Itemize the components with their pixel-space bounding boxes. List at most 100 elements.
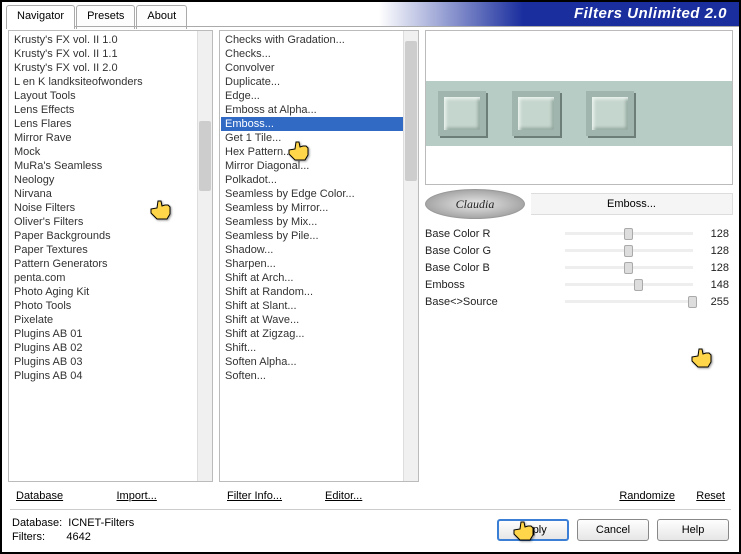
category-item[interactable]: Nirvana xyxy=(10,187,211,201)
category-item[interactable]: Krusty's FX vol. II 1.0 xyxy=(10,33,211,47)
category-item[interactable]: Photo Tools xyxy=(10,299,211,313)
randomize-button[interactable]: Randomize xyxy=(591,488,681,504)
filter-item[interactable]: Hex Pattern... xyxy=(221,145,417,159)
filter-item[interactable]: Edge... xyxy=(221,89,417,103)
param-row: Base Color R 128 xyxy=(425,225,733,242)
filter-item[interactable]: Emboss... xyxy=(221,117,417,131)
param-value: 128 xyxy=(693,228,733,240)
preview-column: Claudia Emboss... Base Color R128Base Co… xyxy=(425,30,733,506)
param-value: 148 xyxy=(693,279,733,291)
category-item[interactable]: Noise Filters xyxy=(10,201,211,215)
param-slider[interactable] xyxy=(565,283,693,286)
reset-button[interactable]: Reset xyxy=(681,488,731,504)
category-item[interactable]: Krusty's FX vol. II 1.1 xyxy=(10,47,211,61)
scroll-thumb[interactable] xyxy=(199,121,211,191)
param-slider[interactable] xyxy=(565,266,693,269)
filterinfo-button[interactable]: Filter Info... xyxy=(221,488,319,504)
slider-thumb[interactable] xyxy=(624,228,633,240)
scroll-thumb[interactable] xyxy=(405,41,417,181)
filter-item[interactable]: Sharpen... xyxy=(221,257,417,271)
filter-item[interactable]: Seamless by Mix... xyxy=(221,215,417,229)
category-item[interactable]: Pattern Generators xyxy=(10,257,211,271)
database-button[interactable]: Database xyxy=(10,488,111,504)
category-item[interactable]: Plugins AB 04 xyxy=(10,369,211,383)
scrollbar[interactable] xyxy=(197,31,212,481)
filter-item[interactable]: Shift... xyxy=(221,341,417,355)
slider-thumb[interactable] xyxy=(624,245,633,257)
filter-item[interactable]: Get 1 Tile... xyxy=(221,131,417,145)
category-item[interactable]: Plugins AB 03 xyxy=(10,355,211,369)
param-slider[interactable] xyxy=(565,300,693,303)
filter-item[interactable]: Polkadot... xyxy=(221,173,417,187)
slider-thumb[interactable] xyxy=(624,262,633,274)
category-item[interactable]: Lens Flares xyxy=(10,117,211,131)
param-label: Base<>Source xyxy=(425,296,565,308)
param-value: 128 xyxy=(693,262,733,274)
param-row: Emboss148 xyxy=(425,276,733,293)
preview-image xyxy=(425,30,733,185)
filter-item[interactable]: Seamless by Pile... xyxy=(221,229,417,243)
filter-item[interactable]: Shift at Zigzag... xyxy=(221,327,417,341)
param-label: Base Color R xyxy=(425,228,565,240)
filter-item[interactable]: Shift at Random... xyxy=(221,285,417,299)
filter-column: Checks with Gradation...Checks...Convolv… xyxy=(219,30,419,506)
scrollbar[interactable] xyxy=(403,31,418,481)
category-item[interactable]: MuRa's Seamless xyxy=(10,159,211,173)
param-row: Base Color G 128 xyxy=(425,242,733,259)
category-item[interactable]: L en K landksiteofwonders xyxy=(10,75,211,89)
filter-item[interactable]: Shift at Wave... xyxy=(221,313,417,327)
category-item[interactable]: Lens Effects xyxy=(10,103,211,117)
filter-item[interactable]: Seamless by Mirror... xyxy=(221,201,417,215)
category-item[interactable]: Mirror Rave xyxy=(10,131,211,145)
category-item[interactable]: Neology xyxy=(10,173,211,187)
current-filter-name: Emboss... xyxy=(531,193,733,215)
category-item[interactable]: Photo Aging Kit xyxy=(10,285,211,299)
footer-info: Database: ICNET-Filters Filters: 4642 xyxy=(12,516,134,544)
filter-item[interactable]: Soften Alpha... xyxy=(221,355,417,369)
param-value: 255 xyxy=(693,296,733,308)
param-label: Base Color B xyxy=(425,262,565,274)
filter-item[interactable]: Checks... xyxy=(221,47,417,61)
category-item[interactable]: Pixelate xyxy=(10,313,211,327)
tab-navigator[interactable]: Navigator xyxy=(6,5,75,29)
category-item[interactable]: Paper Backgrounds xyxy=(10,229,211,243)
editor-button[interactable]: Editor... xyxy=(319,488,417,504)
filter-item[interactable]: Checks with Gradation... xyxy=(221,33,417,47)
param-row: Base<>Source 255 xyxy=(425,293,733,310)
help-button[interactable]: Help xyxy=(657,519,729,541)
category-item[interactable]: Krusty's FX vol. II 2.0 xyxy=(10,61,211,75)
slider-thumb[interactable] xyxy=(634,279,643,291)
category-item[interactable]: Plugins AB 02 xyxy=(10,341,211,355)
author-badge: Claudia xyxy=(425,189,525,219)
filter-listbox[interactable]: Checks with Gradation...Checks...Convolv… xyxy=(219,30,419,482)
category-item[interactable]: Paper Textures xyxy=(10,243,211,257)
param-slider[interactable] xyxy=(565,232,693,235)
category-listbox[interactable]: Krusty's FX vol. II 1.0Krusty's FX vol. … xyxy=(8,30,213,482)
param-slider[interactable] xyxy=(565,249,693,252)
category-item[interactable]: Layout Tools xyxy=(10,89,211,103)
category-item[interactable]: Plugins AB 01 xyxy=(10,327,211,341)
category-item[interactable]: penta.com xyxy=(10,271,211,285)
cancel-button[interactable]: Cancel xyxy=(577,519,649,541)
filter-item[interactable]: Duplicate... xyxy=(221,75,417,89)
footer: Database: ICNET-Filters Filters: 4642 Ap… xyxy=(2,508,739,552)
apply-button[interactable]: Apply xyxy=(497,519,569,541)
param-value: 128 xyxy=(693,245,733,257)
filter-item[interactable]: Soften... xyxy=(221,369,417,383)
slider-thumb[interactable] xyxy=(688,296,697,308)
param-label: Base Color G xyxy=(425,245,565,257)
category-item[interactable]: Mock xyxy=(10,145,211,159)
param-row: Base Color B 128 xyxy=(425,259,733,276)
filter-item[interactable]: Seamless by Edge Color... xyxy=(221,187,417,201)
filter-item[interactable]: Convolver xyxy=(221,61,417,75)
category-column: Krusty's FX vol. II 1.0Krusty's FX vol. … xyxy=(8,30,213,506)
filter-item[interactable]: Mirror Diagonal... xyxy=(221,159,417,173)
app-title: Filters Unlimited 2.0 xyxy=(379,2,739,26)
filter-item[interactable]: Shadow... xyxy=(221,243,417,257)
filter-item[interactable]: Emboss at Alpha... xyxy=(221,103,417,117)
import-button[interactable]: Import... xyxy=(111,488,212,504)
category-item[interactable]: Oliver's Filters xyxy=(10,215,211,229)
filter-item[interactable]: Shift at Arch... xyxy=(221,271,417,285)
filter-item[interactable]: Shift at Slant... xyxy=(221,299,417,313)
parameters-panel: Base Color R128Base Color G128Base Color… xyxy=(425,225,733,310)
